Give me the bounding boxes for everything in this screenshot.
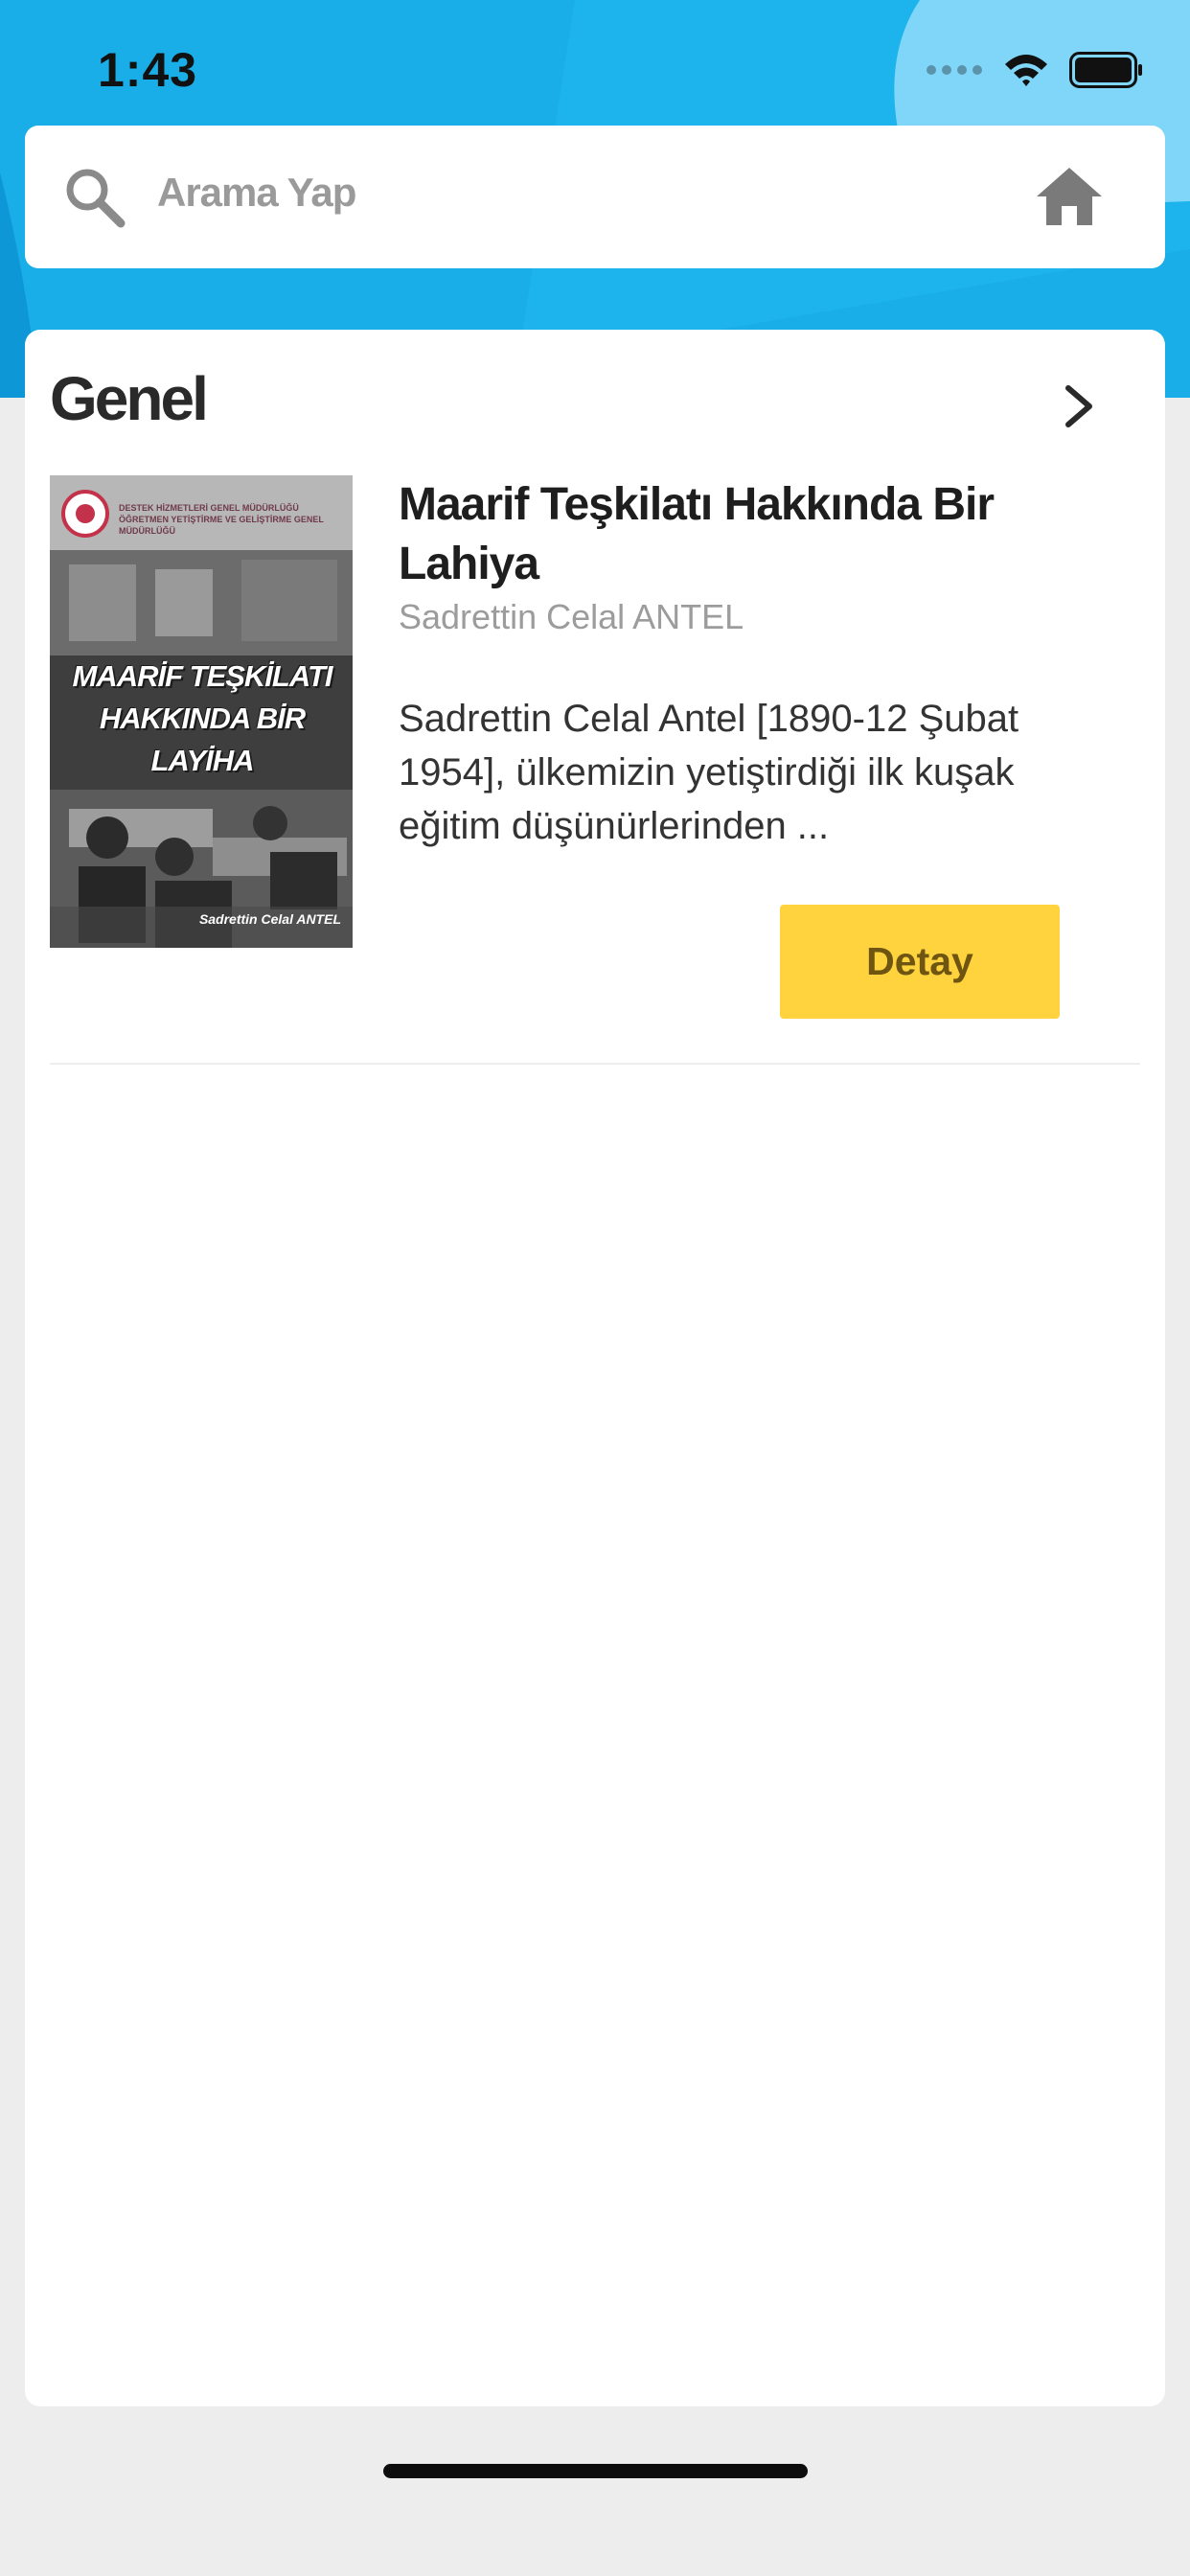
section-title: Genel xyxy=(50,364,209,433)
battery-icon xyxy=(1069,51,1144,93)
status-icons xyxy=(926,48,1144,96)
book-cover-image[interactable]: DESTEK HİZMETLERİ GENEL MÜDÜRLÜĞÜ ÖĞRETM… xyxy=(50,475,353,948)
cover-title: MAARİF TEŞKİLATI HAKKINDA BİR LAYİHA xyxy=(72,659,332,777)
home-icon[interactable] xyxy=(1035,166,1104,227)
book-description: Sadrettin Celal Antel [1890-12 Şubat 195… xyxy=(399,698,1019,847)
list-divider xyxy=(50,1063,1140,1065)
wifi-icon xyxy=(1002,51,1050,94)
detail-button[interactable]: Detay xyxy=(780,905,1060,1019)
home-indicator[interactable] xyxy=(383,2464,808,2478)
cover-author: Sadrettin Celal ANTEL xyxy=(198,911,341,927)
status-time: 1:43 xyxy=(98,43,198,97)
content-card: Genel DESTEK HİZMETLERİ GENEL MÜDÜRLÜĞÜ … xyxy=(25,330,1165,2406)
search-input[interactable]: Arama Yap xyxy=(157,170,356,216)
search-bar[interactable]: Arama Yap xyxy=(25,126,1165,268)
book-author: Sadrettin Celal ANTEL xyxy=(399,597,744,636)
search-icon[interactable] xyxy=(61,164,128,231)
ministry-seal-icon xyxy=(61,490,109,538)
cover-header-text: DESTEK HİZMETLERİ GENEL MÜDÜRLÜĞÜ ÖĞRETM… xyxy=(119,503,324,536)
book-title[interactable]: Maarif Teşkilatı Hakkında Bir Lahiya xyxy=(399,475,1127,594)
cover-header: DESTEK HİZMETLERİ GENEL MÜDÜRLÜĞÜ ÖĞRETM… xyxy=(50,475,353,550)
chevron-right-icon[interactable] xyxy=(1063,382,1097,430)
book-list-item[interactable]: DESTEK HİZMETLERİ GENEL MÜDÜRLÜĞÜ ÖĞRETM… xyxy=(50,475,1140,948)
cellular-signal-icon xyxy=(926,60,983,84)
status-bar: 1:43 xyxy=(0,0,1190,134)
